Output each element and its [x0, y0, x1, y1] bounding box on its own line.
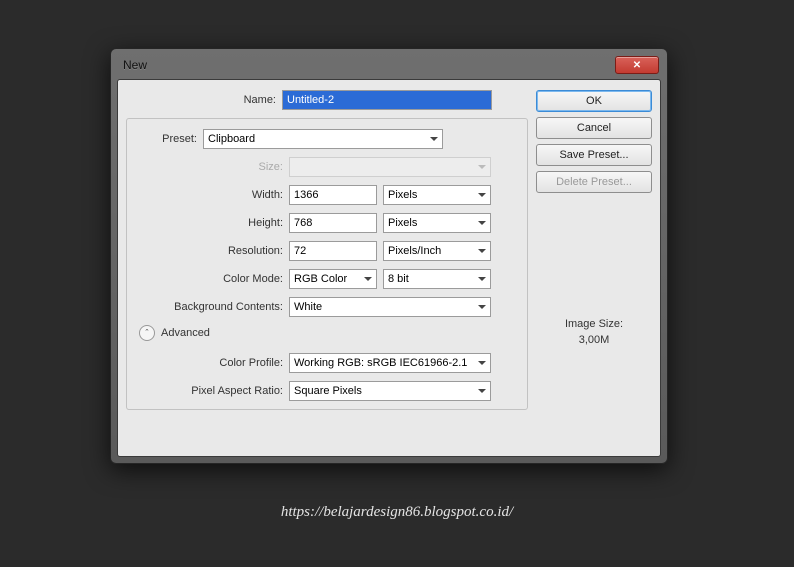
- name-input[interactable]: Untitled-2: [282, 90, 492, 110]
- preset-label: Preset:: [133, 133, 197, 145]
- image-size-label: Image Size:: [536, 318, 652, 330]
- name-label: Name:: [126, 94, 276, 106]
- resolution-label: Resolution:: [133, 245, 283, 257]
- pixelaspect-select[interactable]: Square Pixels: [289, 381, 491, 401]
- height-unit-select[interactable]: Pixels: [383, 213, 491, 233]
- close-icon: ✕: [633, 60, 641, 71]
- bgcontents-label: Background Contents:: [133, 301, 283, 313]
- titlebar[interactable]: New ✕: [117, 55, 661, 79]
- cancel-button[interactable]: Cancel: [536, 117, 652, 139]
- colorprofile-select[interactable]: Working RGB: sRGB IEC61966-2.1: [289, 353, 491, 373]
- new-document-dialog: New ✕ Name: Untitled-2 Preset: Clipboard…: [110, 48, 668, 464]
- width-input[interactable]: 1366: [289, 185, 377, 205]
- colorprofile-label: Color Profile:: [133, 357, 283, 369]
- resolution-input[interactable]: 72: [289, 241, 377, 261]
- bgcontents-select[interactable]: White: [289, 297, 491, 317]
- height-label: Height:: [133, 217, 283, 229]
- dialog-title: New: [123, 58, 615, 72]
- settings-group: Preset: Clipboard Size: Width: 1366 Pixe…: [126, 118, 528, 410]
- chevron-up-icon: ˆ: [139, 325, 155, 341]
- ok-button[interactable]: OK: [536, 90, 652, 112]
- advanced-label: Advanced: [161, 327, 210, 339]
- height-input[interactable]: 768: [289, 213, 377, 233]
- preset-select[interactable]: Clipboard: [203, 129, 443, 149]
- image-size-info: Image Size: 3,00M: [536, 318, 652, 346]
- close-button[interactable]: ✕: [615, 56, 659, 74]
- form-area: Name: Untitled-2 Preset: Clipboard Size:…: [126, 90, 536, 446]
- resolution-unit-select[interactable]: Pixels/Inch: [383, 241, 491, 261]
- dialog-body: Name: Untitled-2 Preset: Clipboard Size:…: [117, 79, 661, 457]
- colormode-select[interactable]: RGB Color: [289, 269, 377, 289]
- size-label: Size:: [133, 161, 283, 173]
- width-label: Width:: [133, 189, 283, 201]
- image-size-value: 3,00M: [536, 334, 652, 346]
- save-preset-button[interactable]: Save Preset...: [536, 144, 652, 166]
- colormode-label: Color Mode:: [133, 273, 283, 285]
- size-select: [289, 157, 491, 177]
- watermark-text: https://belajardesign86.blogspot.co.id/: [0, 504, 794, 521]
- advanced-toggle[interactable]: ˆ Advanced: [139, 325, 521, 341]
- width-unit-select[interactable]: Pixels: [383, 185, 491, 205]
- colordepth-select[interactable]: 8 bit: [383, 269, 491, 289]
- button-column: OK Cancel Save Preset... Delete Preset..…: [536, 90, 652, 446]
- delete-preset-button: Delete Preset...: [536, 171, 652, 193]
- pixelaspect-label: Pixel Aspect Ratio:: [133, 385, 283, 397]
